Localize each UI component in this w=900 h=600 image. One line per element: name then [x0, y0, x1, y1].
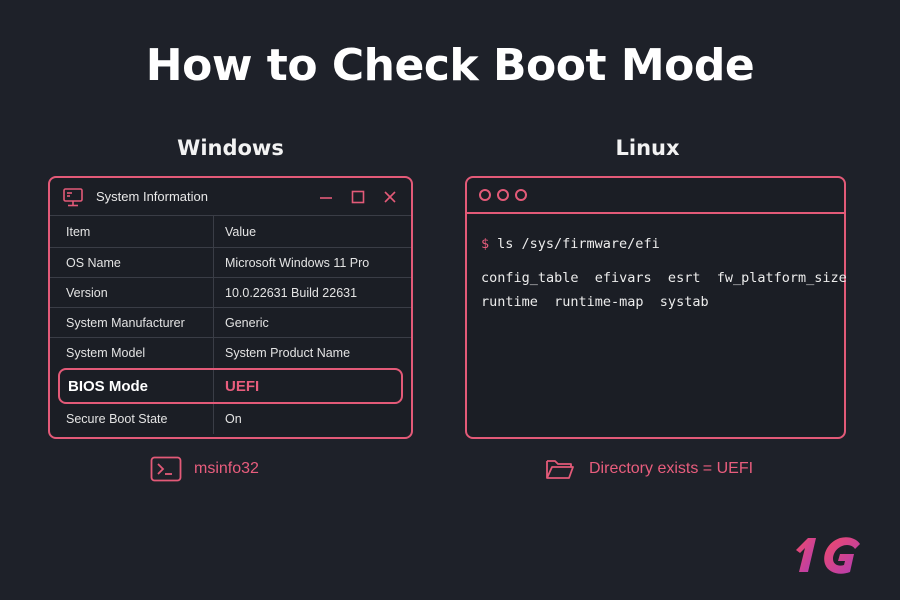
monitor-icon	[62, 186, 84, 208]
system-information-window: System Information Item Value OS Name Mi…	[48, 176, 413, 439]
terminal-body[interactable]: $ ls /sys/firmware/efi config_table efiva…	[467, 214, 847, 340]
properties-table: Item Value OS Name Microsoft Windows 11 …	[50, 216, 411, 434]
terminal-icon	[150, 456, 182, 482]
close-icon[interactable]	[381, 188, 399, 206]
item-cell: OS Name	[50, 248, 214, 277]
window-dot-icon	[515, 189, 527, 201]
page-title: How to Check Boot Mode	[145, 40, 755, 91]
table-row[interactable]: Version 10.0.22631 Build 22631	[50, 278, 411, 308]
item-cell: Version	[50, 278, 214, 307]
item-cell: System Manufacturer	[50, 308, 214, 337]
table-row[interactable]: System Model System Product Name	[50, 338, 411, 368]
value-cell: 10.0.22631 Build 22631	[225, 285, 358, 300]
window-title: System Information	[96, 189, 208, 204]
windows-caption: msinfo32	[150, 456, 259, 482]
window-titlebar: System Information	[50, 178, 411, 216]
linux-caption-text: Directory exists = UEFI	[589, 460, 754, 477]
windows-caption-text: msinfo32	[194, 460, 259, 477]
maximize-icon[interactable]	[349, 188, 367, 206]
table-header-row: Item Value	[50, 216, 411, 248]
item-cell: Secure Boot State	[50, 404, 214, 434]
window-controls	[317, 188, 399, 206]
value-cell: System Product Name	[225, 346, 351, 360]
window-dot-icon	[479, 189, 491, 201]
minimize-icon[interactable]	[317, 188, 335, 206]
linux-terminal-window: $ ls /sys/firmware/efi config_table efiva…	[465, 176, 847, 439]
window-dot-icon	[497, 189, 509, 201]
output-line: runtime runtime-map systab	[481, 294, 709, 310]
table-row[interactable]: OS Name Microsoft Windows 11 Pro	[50, 248, 411, 278]
prompt-symbol: $	[481, 236, 490, 252]
command-line: $ ls /sys/firmware/efi	[481, 236, 830, 252]
column-header-value: Value	[225, 224, 257, 239]
output-line: config_table efivars esrt fw_platform_si…	[481, 270, 847, 286]
folder-icon	[545, 456, 577, 482]
bios-mode-row-highlighted[interactable]: BIOS Mode UEFI	[58, 368, 403, 404]
table-row[interactable]: Secure Boot State On	[50, 404, 411, 434]
bios-mode-value: UEFI	[225, 377, 260, 395]
table-row[interactable]: System Manufacturer Generic	[50, 308, 411, 338]
windows-heading: Windows	[177, 136, 284, 160]
value-cell: Generic	[225, 315, 269, 330]
linux-heading: Linux	[615, 136, 680, 160]
brand-logo	[794, 528, 868, 576]
item-cell: BIOS Mode	[60, 370, 214, 402]
value-cell: On	[225, 412, 242, 426]
linux-caption: Directory exists = UEFI	[545, 456, 753, 482]
infographic: How to Check Boot Mode Windows Linux Sys…	[0, 0, 900, 600]
item-cell: System Model	[50, 338, 214, 368]
command-text: ls /sys/firmware/efi	[497, 236, 660, 252]
terminal-titlebar	[467, 178, 844, 214]
value-cell: Microsoft Windows 11 Pro	[225, 255, 370, 270]
column-header-item: Item	[50, 216, 214, 247]
